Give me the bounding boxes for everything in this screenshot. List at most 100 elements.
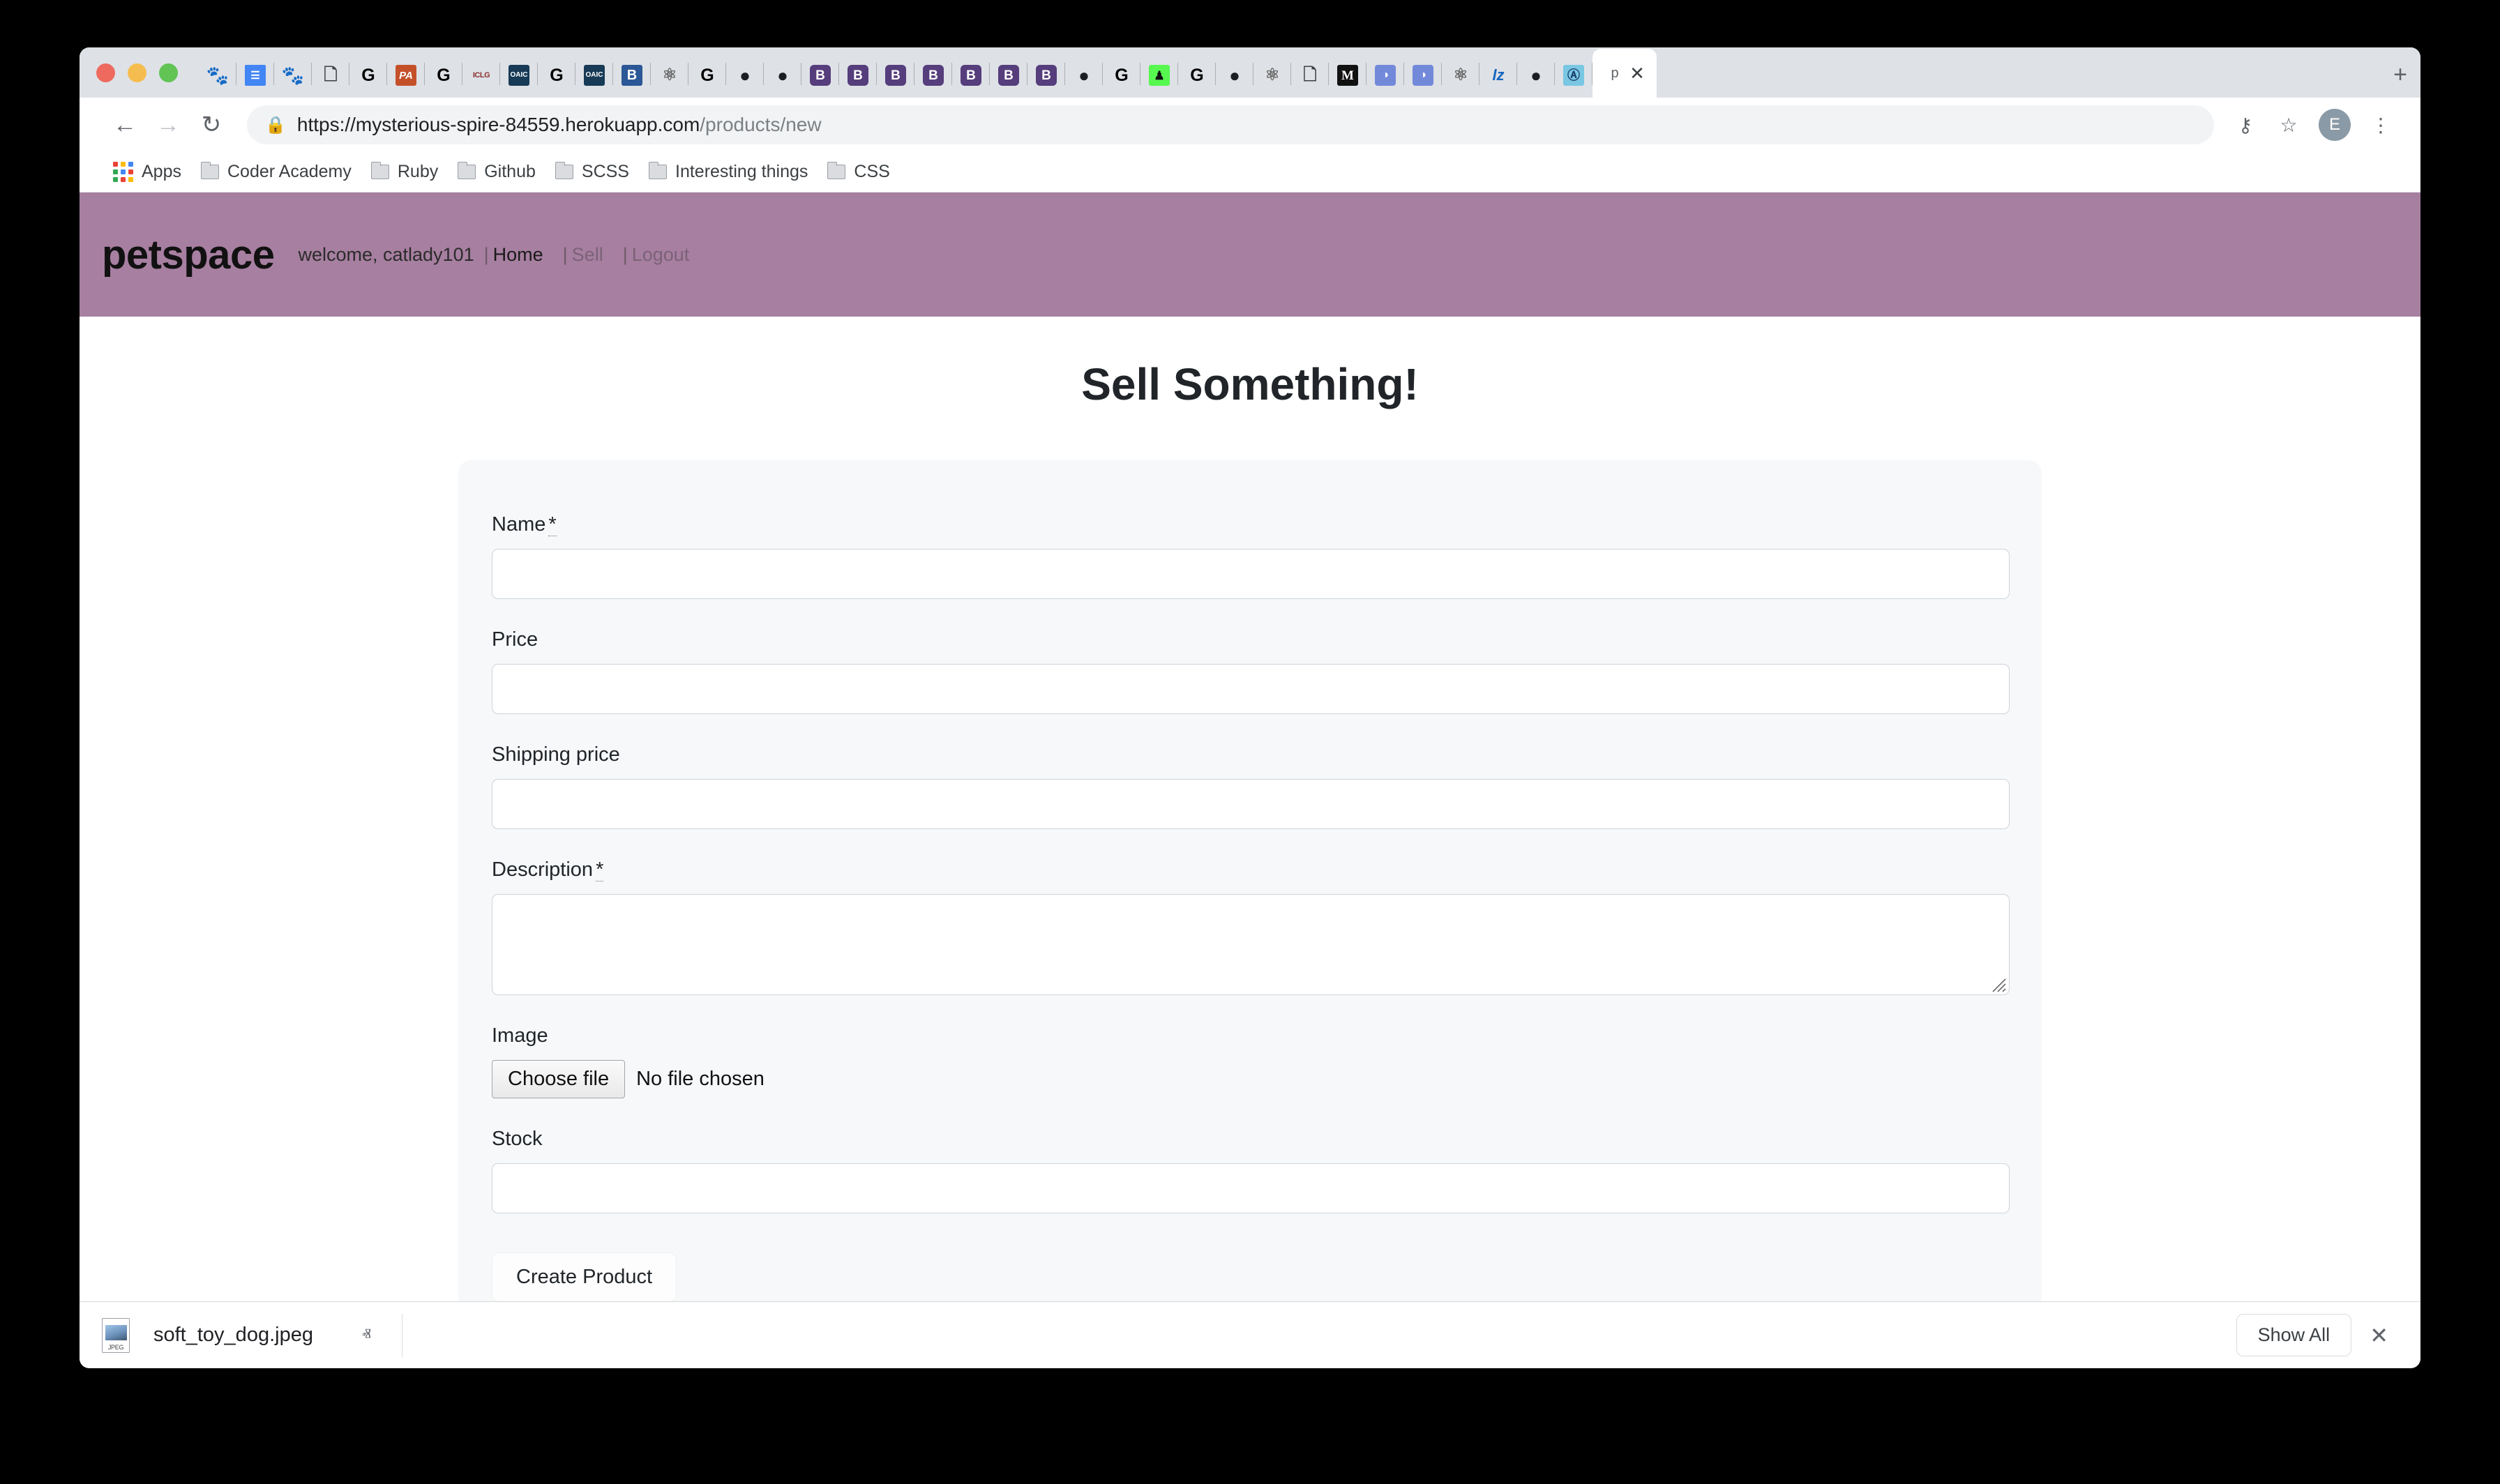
tab-strip: 🐾☰🐾🗋GPAGICLGOAICGOAICB⚛G●●BBBBBBB●G♟G●⚛🗋… — [80, 47, 2420, 98]
browser-tab[interactable]: ⚛ — [1253, 49, 1291, 98]
bookmark-css[interactable]: CSS — [818, 158, 899, 186]
browser-tab[interactable]: B — [990, 49, 1027, 98]
bookmark-label: Apps — [142, 162, 181, 182]
browser-tab[interactable]: PA — [387, 49, 425, 98]
bookmark-star-icon[interactable]: ☆ — [2268, 105, 2309, 145]
bootstrap-icon: B — [961, 65, 981, 86]
browser-tab[interactable]: B — [801, 49, 839, 98]
field-label-text: Name — [492, 513, 545, 536]
form-field-shipping-price: Shipping price — [492, 743, 2008, 829]
browser-tab[interactable]: ⚛ — [1442, 49, 1479, 98]
browser-tab[interactable]: 🐾 — [199, 49, 236, 98]
back-icon[interactable]: ← — [103, 103, 146, 146]
google-icon: G — [1111, 65, 1132, 86]
create-product-button[interactable]: Create Product — [492, 1252, 677, 1302]
field-label-text: Shipping price — [492, 743, 620, 766]
reload-icon[interactable]: ↻ — [190, 103, 233, 146]
browser-tab[interactable]: ● — [764, 49, 801, 98]
browser-tab[interactable]: ◑ — [1366, 49, 1404, 98]
browser-tab[interactable]: B — [1027, 49, 1065, 98]
browser-tab[interactable]: 🐾 — [274, 49, 312, 98]
show-all-button[interactable]: Show All — [2236, 1314, 2352, 1356]
browser-tab[interactable]: B — [839, 49, 877, 98]
folder-icon — [371, 165, 389, 179]
avatar[interactable]: E — [2319, 109, 2351, 141]
browser-tab[interactable]: ⚛ — [651, 49, 688, 98]
maximize-window-button[interactable] — [159, 63, 178, 82]
browser-tab[interactable]: ● — [1065, 49, 1103, 98]
browser-tab[interactable]: ICLG — [462, 49, 500, 98]
browser-tab[interactable]: ● — [1216, 49, 1253, 98]
github-icon: ● — [772, 65, 793, 86]
field-label-text: Stock — [492, 1128, 543, 1150]
field-label-text: Price — [492, 628, 538, 651]
browser-tab[interactable]: M — [1329, 49, 1366, 98]
bookmarks-bar: Apps Coder AcademyRubyGithub SCSS Interesti… — [80, 152, 2420, 192]
close-icon[interactable]: ✕ — [2370, 1322, 2398, 1349]
bookmark-github[interactable]: Github — [448, 158, 545, 186]
browser-tab[interactable]: OAIC — [500, 49, 538, 98]
browser-tab[interactable]: 🗋 — [1291, 49, 1329, 98]
chrome-menu-icon[interactable]: ⋮ — [2360, 105, 2401, 145]
form-field-price: Price — [492, 628, 2008, 714]
bookmark-label: SCSS — [582, 162, 629, 182]
browser-tab[interactable]: G — [688, 49, 726, 98]
browser-tab[interactable]: G — [425, 49, 462, 98]
browser-toolbar: ← → ↻ 🔒 https://mysterious-spire-84559.h… — [80, 98, 2420, 152]
password-key-icon[interactable]: ⚷ — [2225, 105, 2266, 145]
tab-close-icon[interactable]: ✕ — [1629, 64, 1645, 82]
discord-icon: ◑ — [1375, 65, 1396, 86]
name-input[interactable] — [492, 549, 2010, 599]
nav-link-home[interactable]: Home — [489, 244, 548, 266]
stock-input[interactable] — [492, 1163, 2010, 1213]
browser-tab[interactable]: ◑ — [1404, 49, 1442, 98]
address-bar[interactable]: 🔒 https://mysterious-spire-84559.herokua… — [247, 105, 2214, 144]
browser-tab[interactable]: B — [952, 49, 990, 98]
bookmark-scss[interactable]: SCSS — [545, 158, 639, 186]
minimize-window-button[interactable] — [128, 63, 146, 82]
resize-handle-icon[interactable] — [1991, 977, 2006, 992]
bookmark-apps[interactable]: Apps — [103, 158, 191, 186]
shipping-price-input[interactable] — [492, 779, 2010, 829]
blank-page-icon: 🗋 — [320, 65, 341, 86]
folder-icon — [649, 165, 667, 179]
browser-tab-active[interactable]: p✕ — [1592, 49, 1657, 98]
browser-tab[interactable]: G — [1103, 49, 1140, 98]
field-label: Stock — [492, 1128, 2008, 1151]
nav-link-logout[interactable]: Logout — [628, 244, 694, 266]
site-logo[interactable]: petspace — [102, 232, 274, 278]
new-tab-button[interactable]: + — [2380, 54, 2420, 95]
description-textarea[interactable] — [492, 894, 2010, 995]
nav-link-sell[interactable]: Sell — [568, 244, 608, 266]
chevron-up-icon[interactable]: ⱏ — [362, 1324, 371, 1347]
nav-separator: | — [563, 244, 568, 266]
choose-file-button[interactable]: Choose file — [492, 1060, 625, 1098]
bookmark-interesting-things[interactable]: Interesting things — [639, 158, 818, 186]
download-item[interactable]: JPEG soft_toy_dog.jpeg ⱏ — [102, 1314, 402, 1357]
medium-icon: M — [1337, 65, 1358, 86]
discord-icon: ◑ — [1413, 65, 1433, 86]
browser-tab[interactable]: ♟ — [1140, 49, 1178, 98]
form-field-name: Name* — [492, 513, 2008, 599]
welcome-text: welcome, catlady101 — [298, 244, 474, 266]
price-input[interactable] — [492, 664, 2010, 714]
browser-tab[interactable]: G — [349, 49, 387, 98]
browser-tab[interactable]: B — [914, 49, 952, 98]
close-window-button[interactable] — [96, 63, 115, 82]
browser-tab[interactable]: ☰ — [236, 49, 274, 98]
browser-tab[interactable]: ● — [1517, 49, 1555, 98]
browser-tab[interactable]: Ⓐ — [1555, 49, 1592, 98]
browser-tab[interactable]: G — [1178, 49, 1216, 98]
browser-tab[interactable]: B — [877, 49, 914, 98]
bookmark-ruby[interactable]: Ruby — [361, 158, 448, 186]
browser-tab[interactable]: lz — [1479, 49, 1517, 98]
window-traffic-lights — [80, 63, 199, 98]
browser-tab[interactable]: B — [613, 49, 651, 98]
forward-icon[interactable]: → — [146, 103, 190, 146]
browser-tab[interactable]: G — [538, 49, 575, 98]
form-field-image: ImageChoose fileNo file chosen — [492, 1024, 2008, 1098]
browser-tab[interactable]: ● — [726, 49, 764, 98]
browser-tab[interactable]: OAIC — [575, 49, 613, 98]
browser-tab[interactable]: 🗋 — [312, 49, 349, 98]
bookmark-coder-academy[interactable]: Coder Academy — [191, 158, 361, 186]
